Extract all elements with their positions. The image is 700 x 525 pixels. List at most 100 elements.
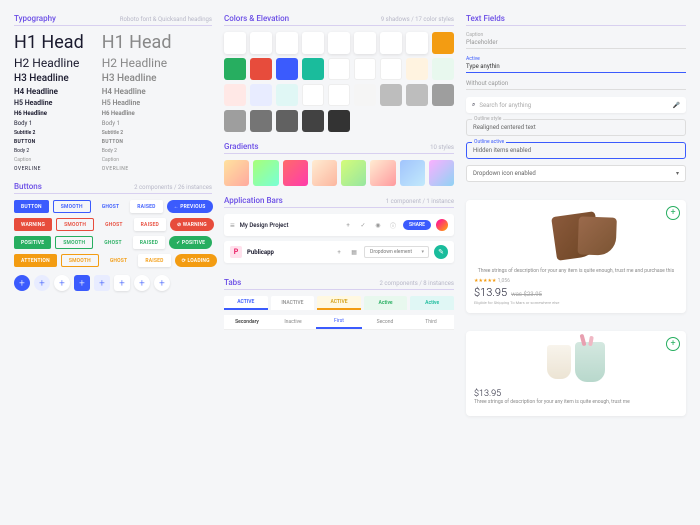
rating-stars: ★★★★★ 1,056	[474, 278, 678, 284]
fab-add-light[interactable]: +	[34, 275, 50, 291]
button-raised[interactable]: RAISED	[130, 200, 162, 213]
textfields-section: Text Fields Caption Placeholder Active T…	[466, 14, 686, 182]
color-swatch	[328, 58, 350, 80]
color-swatch	[406, 58, 428, 80]
price-old: was $23.95	[511, 291, 542, 298]
avatar[interactable]	[436, 219, 448, 231]
tab-active-amber[interactable]: ACTIVE	[317, 296, 361, 310]
section-subtitle: Roboto font & Quicksand headings	[120, 16, 212, 23]
info-icon[interactable]: ⓘ	[388, 220, 398, 230]
section-subtitle: 10 styles	[430, 144, 454, 151]
share-button[interactable]: SHARE	[403, 220, 431, 230]
typography-dark-col: H1 Head H2 Headline H3 Headline H4 Headl…	[14, 32, 84, 172]
fab-add-outline[interactable]: +	[134, 275, 150, 291]
button-warning-icon[interactable]: ⊘ WARNING	[170, 218, 214, 231]
product-description: Three strings of description for your an…	[474, 399, 678, 406]
search-input[interactable]: ⌕ Search for anything 🎤	[466, 97, 686, 113]
plus-icon[interactable]: +	[334, 247, 344, 257]
color-swatch	[302, 110, 324, 132]
gradient-swatch	[312, 160, 337, 186]
button-ghost[interactable]: GHOST	[103, 254, 135, 267]
gradient-swatch	[370, 160, 395, 186]
color-swatch	[432, 32, 454, 54]
color-swatch	[354, 84, 376, 106]
elevation-swatch	[328, 32, 350, 54]
tab-secondary[interactable]: Secondary	[224, 315, 270, 329]
textfield-nocaption[interactable]: Without caption	[466, 80, 686, 90]
appbars-section: Application Bars 1 component / 1 instanc…	[224, 196, 454, 268]
tab-first[interactable]: First	[316, 315, 362, 329]
color-swatch	[276, 58, 298, 80]
elevation-swatch	[276, 32, 298, 54]
button-attention[interactable]: ATTENTION	[14, 254, 57, 267]
button-smooth[interactable]: SMOOTH	[61, 254, 99, 267]
fab-add-square-light[interactable]: +	[94, 275, 110, 291]
elevation-swatch	[380, 32, 402, 54]
button-smooth[interactable]: SMOOTH	[55, 236, 93, 249]
tab-active-green[interactable]: Active	[364, 296, 408, 310]
textfield-active[interactable]: Active Type anythin	[466, 56, 686, 73]
dropdown[interactable]: Dropdown element	[364, 246, 429, 258]
button-ghost[interactable]: GHOST	[97, 236, 129, 249]
button-raised[interactable]: RAISED	[134, 218, 166, 231]
appbar-project: ≡ My Design Project + ✓ ◉ ⓘ SHARE	[224, 214, 454, 236]
gradient-swatch	[224, 160, 249, 186]
dropdown-field[interactable]: Dropdown icon enabled ▾	[466, 165, 686, 182]
add-button[interactable]: +	[666, 337, 680, 351]
shipping-note: Eligible for Shipping To Mars or somewhe…	[474, 300, 678, 305]
button-smooth[interactable]: SMOOTH	[56, 218, 94, 231]
textfield-outline-active[interactable]: Outline active Hidden items enabled	[466, 142, 686, 159]
button-raised[interactable]: RAISED	[133, 236, 165, 249]
tab-third[interactable]: Third	[408, 315, 454, 329]
button-raised[interactable]: RAISED	[138, 254, 170, 267]
color-swatch	[224, 58, 246, 80]
section-title: Gradients	[224, 142, 259, 151]
product-card-vase[interactable]: + $13.95 Three strings of description fo…	[466, 331, 686, 417]
textfield-caption[interactable]: Caption Placeholder	[466, 32, 686, 49]
tab-active[interactable]: ACTIVE	[224, 296, 268, 310]
search-icon: ⌕	[472, 101, 475, 109]
color-swatch	[432, 84, 454, 106]
color-swatch	[354, 58, 376, 80]
gradient-swatch	[429, 160, 454, 186]
color-swatch	[380, 84, 402, 106]
button-positive[interactable]: POSITIVE	[14, 236, 51, 249]
button-smooth[interactable]: SMOOTH	[53, 200, 91, 213]
button-positive-icon[interactable]: ✓ POSITIVE	[169, 236, 212, 249]
grid-icon[interactable]: ▦	[349, 247, 359, 257]
eye-icon[interactable]: ◉	[373, 220, 383, 230]
elevation-swatch	[250, 32, 272, 54]
button-loading[interactable]: ⟳ LOADING	[175, 254, 217, 267]
product-card-boots[interactable]: + Three strings of description for your …	[466, 200, 686, 313]
tab-inactive[interactable]: INACTIVE	[271, 296, 315, 310]
fab-add-square[interactable]: +	[74, 275, 90, 291]
textfield-outline[interactable]: Outline style Realigned centered text	[466, 119, 686, 136]
button-primary[interactable]: BUTTON	[14, 200, 49, 213]
button-warning[interactable]: WARNING	[14, 218, 52, 231]
check-icon[interactable]: ✓	[358, 220, 368, 230]
tab-second[interactable]: Second	[362, 315, 408, 329]
fab-add-white[interactable]: +	[54, 275, 70, 291]
button-ghost[interactable]: GHOST	[95, 200, 127, 213]
typography-section: Typography Roboto font & Quicksand headi…	[14, 14, 212, 172]
button-previous[interactable]: ← PREVIOUS	[167, 200, 213, 213]
section-title: Typography	[14, 14, 56, 23]
button-ghost[interactable]: GHOST	[98, 218, 130, 231]
fab-add-outline[interactable]: +	[154, 275, 170, 291]
color-swatch	[432, 58, 454, 80]
fab-add[interactable]: +	[14, 275, 30, 291]
edit-fab[interactable]: ✎	[434, 245, 448, 259]
appbar-brand: P Publicapp + ▦ Dropdown element ✎	[224, 241, 454, 263]
menu-icon[interactable]: ≡	[230, 221, 235, 230]
color-swatch	[328, 84, 350, 106]
brand-logo: P	[230, 246, 242, 258]
tab-inactive[interactable]: Inactive	[270, 315, 316, 329]
tab-active-teal[interactable]: Active	[410, 296, 454, 310]
mic-icon[interactable]: 🎤	[673, 102, 680, 109]
tabs-section: Tabs 2 components / 8 instances ACTIVE I…	[224, 278, 454, 330]
plus-icon[interactable]: +	[343, 220, 353, 230]
add-button[interactable]: +	[666, 206, 680, 220]
typography-light-col: H1 Head H2 Headline H3 Headline H4 Headl…	[102, 32, 172, 172]
product-image	[474, 208, 678, 264]
fab-add-square-white[interactable]: +	[114, 275, 130, 291]
